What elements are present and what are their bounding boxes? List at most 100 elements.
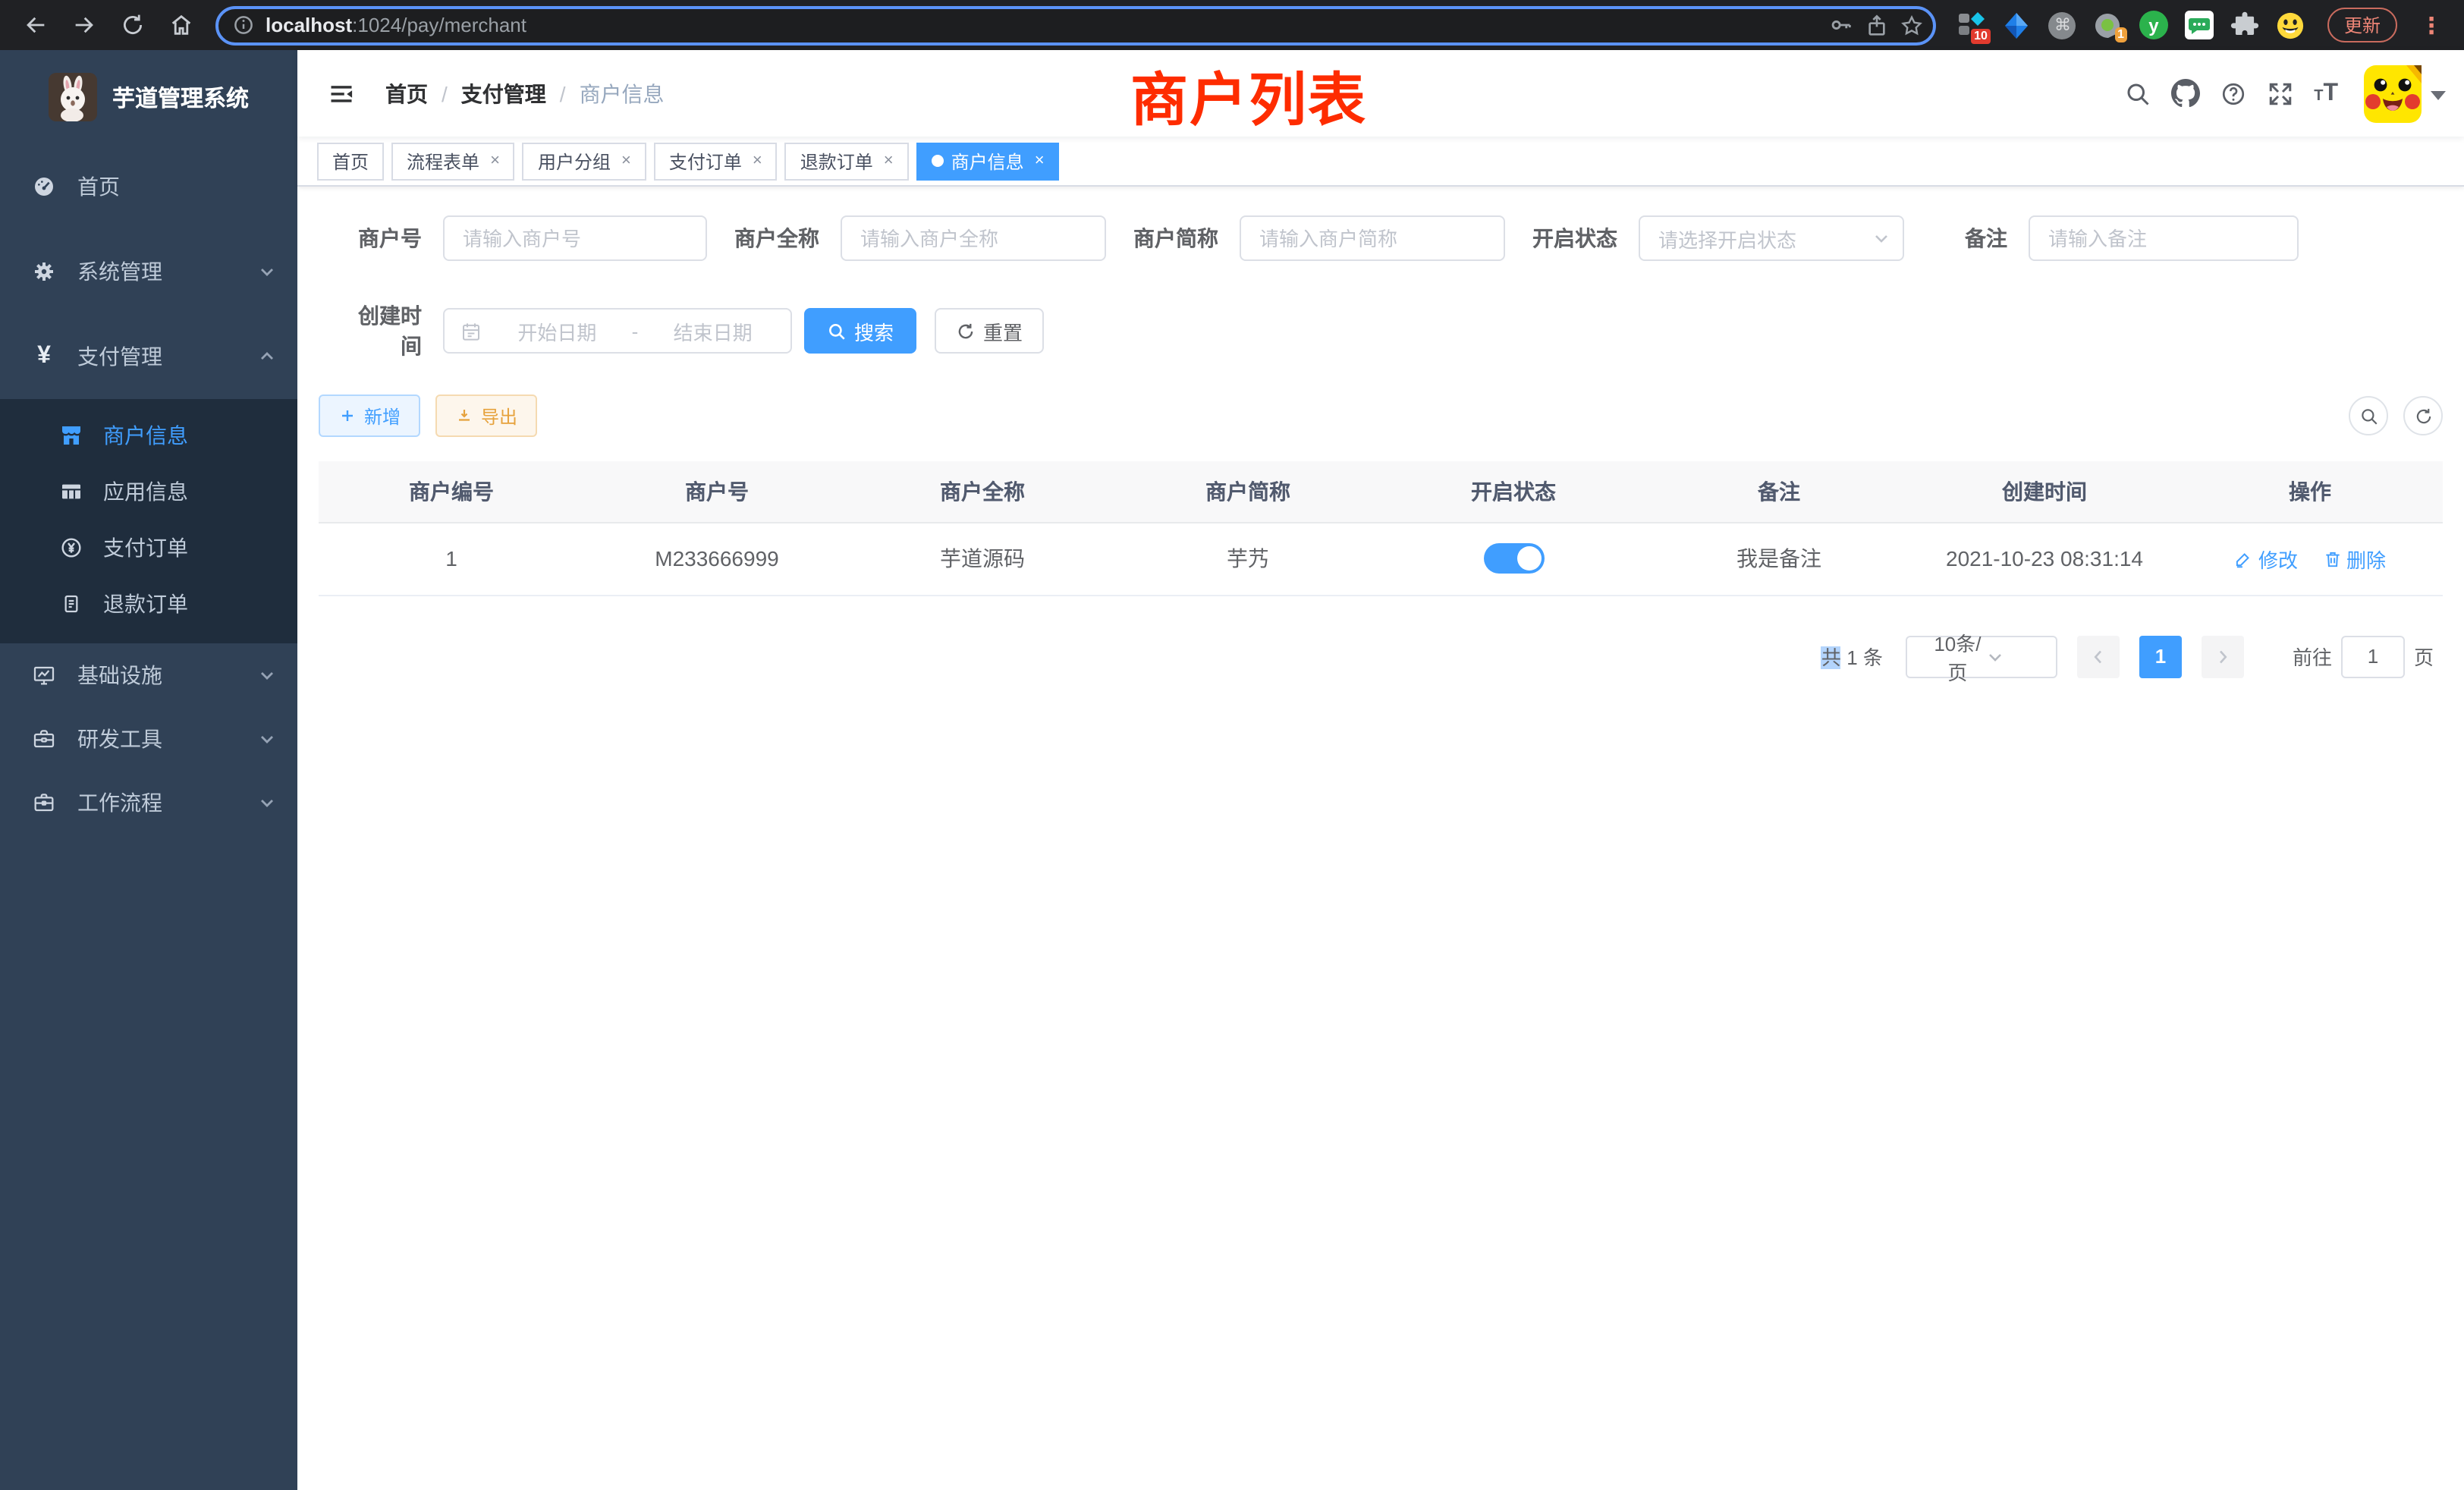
cell-actions: 修改 删除 — [2177, 522, 2443, 595]
col-create-time: 创建时间 — [1912, 461, 2177, 522]
status-select-placeholder: 请选择开启状态 — [1658, 224, 1872, 253]
sidebar-group-workflow[interactable]: 工作流程 — [0, 771, 297, 835]
pikachu-avatar — [2364, 64, 2422, 122]
sidebar-group-infrastructure[interactable]: 基础设施 — [0, 643, 297, 707]
user-menu[interactable] — [2364, 64, 2446, 122]
tab-close-icon[interactable]: × — [1035, 152, 1045, 170]
status-toggle[interactable] — [1483, 543, 1544, 574]
merchant-fullname-input[interactable] — [841, 215, 1106, 261]
prev-page-button[interactable] — [2077, 635, 2120, 677]
github-icon[interactable] — [2171, 79, 2200, 108]
extension-diamond-icon[interactable] — [2003, 11, 2032, 39]
fullscreen-icon[interactable] — [2267, 80, 2294, 107]
tags-view-bar: 首页 流程表单 × 用户分组 × 支付订单 × 退款订单 × — [297, 137, 2464, 187]
password-key-icon[interactable] — [1828, 12, 1854, 38]
browser-home-icon[interactable] — [161, 5, 200, 45]
cell-status — [1381, 522, 1646, 595]
chevron-right-icon — [2214, 647, 2232, 665]
sidebar-item-app-info[interactable]: 应用信息 — [0, 463, 297, 519]
tab-close-icon[interactable]: × — [753, 152, 762, 170]
breadcrumb-current: 商户信息 — [580, 78, 665, 108]
export-button[interactable]: 导出 — [435, 395, 537, 437]
sidebar-item-pay-order[interactable]: 支付订单 — [0, 519, 297, 575]
browser-back-icon[interactable] — [15, 5, 55, 45]
next-page-button[interactable] — [2202, 635, 2244, 677]
chevron-up-icon — [258, 347, 276, 366]
share-icon[interactable] — [1865, 13, 1889, 37]
pagination-total: 共 1 条 — [1821, 642, 1883, 671]
reset-button[interactable]: 重置 — [935, 308, 1044, 354]
chevron-down-icon — [258, 666, 276, 684]
browser-reload-icon[interactable] — [112, 5, 152, 45]
extension-command-icon[interactable]: ⌘ — [2048, 11, 2077, 39]
toggle-search-button[interactable] — [2349, 396, 2388, 435]
tab-process-form[interactable]: 流程表单 × — [391, 142, 515, 180]
browser-forward-icon[interactable] — [64, 5, 103, 45]
tab-user-group[interactable]: 用户分组 × — [523, 142, 646, 180]
document-icon — [58, 591, 83, 615]
end-date-placeholder: 结束日期 — [650, 316, 775, 345]
header-search-icon[interactable] — [2124, 80, 2151, 107]
extensions-puzzle-icon[interactable] — [2230, 11, 2259, 39]
page-content: 商户号 商户全称 商户简称 开启状态 请选择开启状态 备注 — [297, 187, 2464, 1490]
tab-close-icon[interactable]: × — [490, 152, 500, 170]
tab-pay-order[interactable]: 支付订单 × — [654, 142, 778, 180]
extension-circle-icon[interactable]: 1 — [2094, 11, 2123, 39]
edit-link-label: 修改 — [2258, 544, 2298, 573]
cell-merchant-no: M233666999 — [584, 522, 850, 595]
extension-chat-icon[interactable] — [2185, 11, 2214, 39]
edit-link[interactable]: 修改 — [2234, 544, 2298, 573]
create-time-range-input[interactable]: 开始日期 - 结束日期 — [443, 308, 792, 354]
delete-link[interactable]: 删除 — [2322, 544, 2386, 573]
sidebar-group-system[interactable]: 系统管理 — [0, 229, 297, 314]
chevron-down-icon — [1987, 647, 2045, 665]
sidebar-item-merchant-info[interactable]: 商户信息 — [0, 407, 297, 463]
search-button[interactable]: 搜索 — [804, 308, 916, 354]
extension-blocks-icon[interactable]: 10 — [1957, 11, 1986, 39]
sidebar-item-home[interactable]: 首页 — [0, 144, 297, 229]
app-logo[interactable]: 芋道管理系统 — [0, 50, 297, 144]
sidebar-group-devtools[interactable]: 研发工具 — [0, 707, 297, 771]
remark-input[interactable] — [2029, 215, 2299, 261]
sidebar-group-payment[interactable]: ¥ 支付管理 — [0, 314, 297, 399]
goto-page-input[interactable] — [2341, 635, 2405, 677]
sidebar-fold-icon[interactable] — [322, 74, 361, 113]
status-select[interactable]: 请选择开启状态 — [1639, 215, 1904, 261]
font-size-icon[interactable]: TT — [2314, 81, 2338, 105]
page-size-select[interactable]: 10条/页 — [1906, 635, 2057, 677]
sidebar-item-label: 支付管理 — [77, 341, 162, 372]
breadcrumb-home[interactable]: 首页 — [385, 78, 428, 108]
merchant-table: 商户编号 商户号 商户全称 商户简称 开启状态 备注 创建时间 操作 1 — [319, 461, 2443, 596]
page-number-1[interactable]: 1 — [2139, 635, 2182, 677]
add-button[interactable]: 新增 — [319, 395, 420, 437]
add-button-label: 新增 — [364, 403, 401, 429]
merchant-no-input[interactable] — [443, 215, 707, 261]
address-bar[interactable]: localhost:1024/pay/merchant — [215, 5, 1936, 45]
refresh-table-button[interactable] — [2403, 396, 2443, 435]
profile-avatar-emoji[interactable] — [2276, 11, 2305, 39]
date-separator: - — [632, 319, 639, 342]
sidebar-item-label: 应用信息 — [103, 476, 188, 506]
export-button-label: 导出 — [481, 403, 517, 429]
merchant-shortname-input[interactable] — [1240, 215, 1505, 261]
tab-close-icon[interactable]: × — [884, 152, 894, 170]
breadcrumb-payment[interactable]: 支付管理 — [461, 78, 546, 108]
tab-refund-order[interactable]: 退款订单 × — [785, 142, 909, 180]
extension-yuque-icon[interactable]: y — [2139, 11, 2168, 39]
gear-icon — [30, 259, 58, 284]
page-info-icon[interactable] — [232, 14, 255, 36]
col-merchant-no: 商户号 — [584, 461, 850, 522]
tab-close-icon[interactable]: × — [621, 152, 631, 170]
sidebar-item-refund-order[interactable]: 退款订单 — [0, 575, 297, 631]
dashboard-icon — [30, 174, 58, 199]
help-icon[interactable] — [2220, 80, 2247, 107]
merchant-no-label: 商户号 — [340, 223, 422, 253]
tab-home[interactable]: 首页 — [317, 142, 384, 180]
monitor-chart-icon — [30, 663, 58, 687]
browser-update-button[interactable]: 更新 — [2327, 8, 2397, 42]
calendar-icon — [460, 319, 482, 342]
tab-merchant-info[interactable]: 商户信息 × — [916, 142, 1060, 180]
bookmark-star-icon[interactable] — [1900, 13, 1924, 37]
browser-menu-icon[interactable]: ⋮ — [2414, 11, 2449, 39]
merchant-shortname-label: 商户简称 — [1133, 223, 1218, 253]
